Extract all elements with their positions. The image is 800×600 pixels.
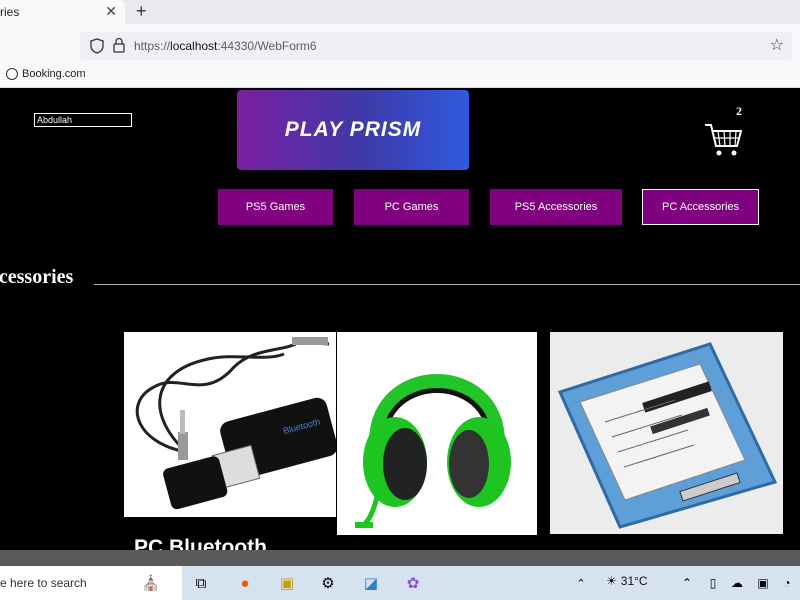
scroll-indicator-icon[interactable]: ⌃ — [570, 572, 592, 594]
shield-icon[interactable] — [90, 38, 104, 54]
green-headset-image — [355, 374, 511, 529]
battery-icon[interactable]: ▯ — [702, 572, 724, 594]
nav-label: PS5 Accessories — [514, 201, 598, 213]
weather-widget[interactable]: ☀ 31°C — [606, 574, 648, 588]
logo-text: PLAY PRISM — [284, 118, 422, 141]
site-logo[interactable]: PLAY PRISM — [237, 90, 469, 170]
bookmarks-bar: Booking.com — [0, 66, 800, 88]
cart-count: 2 — [736, 104, 742, 118]
browser-tab[interactable]: ries ✕ — [0, 0, 125, 24]
section-title: ccessories — [0, 266, 74, 288]
address-bar[interactable]: https://localhost:44330/WebForm6 ☆ — [80, 32, 792, 60]
search-placeholder: e here to search — [0, 576, 87, 590]
explorer-icon[interactable]: ▣ — [276, 572, 298, 594]
nav-label: PC Accessories — [661, 201, 740, 213]
network-icon[interactable]: ◔ — [776, 572, 798, 594]
lock-icon[interactable] — [112, 37, 126, 53]
display-icon[interactable]: ▣ — [752, 572, 774, 594]
product-card-bluetooth[interactable]: Bluetooth — [124, 332, 338, 517]
new-tab-icon[interactable]: + — [136, 1, 147, 22]
globe-icon — [6, 68, 18, 80]
app-icon[interactable]: ◪ — [360, 572, 382, 594]
sun-cloud-icon: ☀ — [606, 574, 617, 588]
search-highlight-icon[interactable]: ⛪ — [140, 572, 162, 594]
cart-icon[interactable] — [704, 122, 744, 158]
browser-navbar: https://localhost:44330/WebForm6 ☆ — [0, 24, 800, 66]
chevron-up-icon[interactable]: ⌃ — [676, 572, 698, 594]
product-card-ssd[interactable] — [550, 332, 783, 534]
firefox-icon[interactable]: ● — [234, 572, 256, 594]
nav-pc-accessories[interactable]: PC Accessories — [642, 189, 759, 225]
taskbar-bar: e here to search ⛪ ⧉ ● ▣ ⚙ ◪ ✿ ⌃ ☀ 31°C … — [0, 566, 800, 600]
nav-label: PS5 Games — [245, 201, 306, 213]
copilot-icon[interactable]: ✿ — [402, 572, 424, 594]
browser-tab-bar: ries ✕ + — [0, 0, 800, 24]
product-card-headset[interactable] — [337, 332, 537, 535]
nav-ps5-games[interactable]: PS5 Games — [218, 189, 333, 225]
task-view-icon[interactable]: ⧉ — [190, 572, 212, 594]
section-divider — [94, 284, 800, 285]
bookmark-label: Booking.com — [22, 68, 86, 80]
temperature: 31°C — [620, 574, 648, 588]
cloud-icon[interactable]: ☁ — [726, 572, 748, 594]
settings-icon[interactable]: ⚙ — [317, 572, 339, 594]
url-text[interactable]: https://localhost:44330/WebForm6 — [134, 39, 317, 53]
bookmark-item[interactable]: Booking.com — [6, 68, 86, 80]
ssd-image — [557, 342, 778, 529]
nav-ps5-accessories[interactable]: PS5 Accessories — [490, 189, 622, 225]
nav-label: PC Games — [384, 201, 439, 213]
bookmark-star-icon[interactable]: ☆ — [770, 35, 784, 55]
page-content: PLAY PRISM 2 PS5 Games PC Games PS5 Acce… — [0, 88, 800, 550]
username-field[interactable] — [34, 113, 132, 127]
product-title[interactable]: PC Bluetooth — [134, 536, 267, 550]
nav-pc-games[interactable]: PC Games — [354, 189, 469, 225]
taskbar: e here to search ⛪ ⧉ ● ▣ ⚙ ◪ ✿ ⌃ ☀ 31°C … — [0, 550, 800, 600]
tab-title: ries — [0, 5, 20, 19]
bluetooth-adapter-image: Bluetooth — [135, 337, 338, 510]
close-icon[interactable]: ✕ — [105, 3, 117, 20]
